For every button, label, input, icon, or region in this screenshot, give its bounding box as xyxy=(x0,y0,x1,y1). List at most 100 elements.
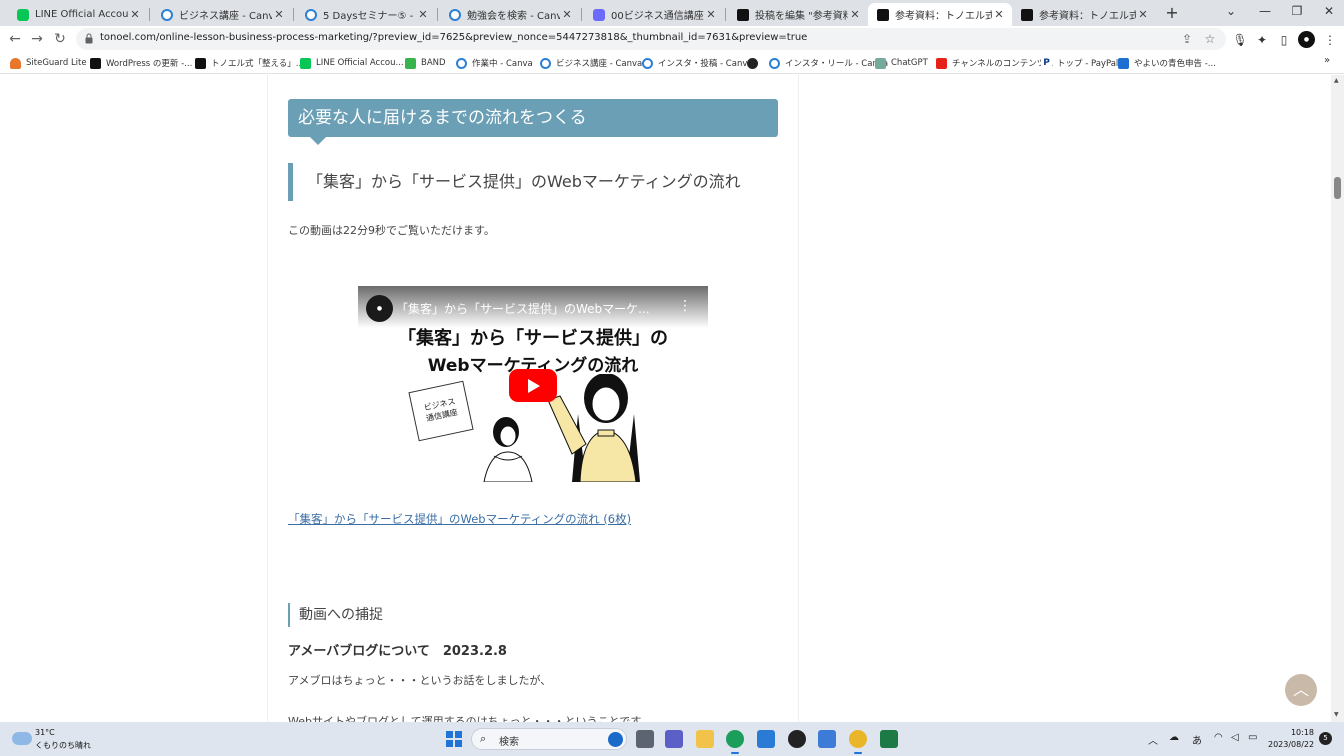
bookmark-item[interactable]: P トップ - PayPal xyxy=(1041,56,1118,70)
canva-icon xyxy=(305,8,317,21)
bookmark-item[interactable]: インスタ・投稿 - Canva xyxy=(642,56,753,70)
close-window-button[interactable]: ✕ xyxy=(1312,0,1344,22)
scroll-up-arrow-icon[interactable]: ▲ xyxy=(1334,77,1339,84)
tab-canva-business[interactable]: ビジネス講座 - Canva ✕ xyxy=(152,3,292,26)
close-icon[interactable]: ✕ xyxy=(416,8,430,21)
clock-time[interactable]: 10:18 xyxy=(1274,728,1314,737)
clock-date[interactable]: 2023/08/22 xyxy=(1268,740,1314,749)
weather-cloud-icon[interactable] xyxy=(12,732,32,745)
taskbar-search[interactable]: ⌕ 検索 xyxy=(471,728,627,750)
tab-reference[interactable]: 参考資料：トノエル式「仕事 ✕ xyxy=(1012,3,1156,26)
windows-logo-icon xyxy=(446,731,453,738)
paragraph: アメブロはちょっと・・・というお話をしましたが、 xyxy=(288,674,552,687)
section-heading: 必要な人に届けるまでの流れをつくる xyxy=(288,99,778,145)
ime-indicator[interactable]: あ xyxy=(1192,732,1202,747)
bookmark-item[interactable]: やよいの青色申告 -... xyxy=(1118,56,1216,70)
channel-avatar[interactable]: ● xyxy=(366,295,393,322)
bookmark-item[interactable]: SiteGuard Lite xyxy=(10,56,87,70)
dell-icon[interactable] xyxy=(788,730,806,748)
battery-icon[interactable]: ▭ xyxy=(1248,732,1257,743)
tab-canva-seminar[interactable]: 5 Daysセミナー⑤ - プレゼンテ ✕ xyxy=(296,3,436,26)
tab-business-course[interactable]: 00ビジネス通信講座（勉強会 ✕ xyxy=(584,3,724,26)
bookmark-item[interactable]: ChatGPT xyxy=(875,56,928,70)
minimize-button[interactable]: — xyxy=(1248,0,1282,22)
bookmark-label: BAND xyxy=(421,58,446,68)
bookmarks-overflow-icon[interactable]: » xyxy=(1324,55,1330,66)
profile-avatar[interactable]: ● xyxy=(1298,31,1315,48)
canva-icon xyxy=(456,57,467,69)
start-button[interactable] xyxy=(446,731,462,747)
reload-button[interactable]: ↻ xyxy=(50,29,70,49)
slides-link[interactable]: 「集客」から「サービス提供」のWebマーケティングの流れ (6枚) xyxy=(288,511,631,527)
forward-button[interactable]: → xyxy=(27,29,47,49)
close-icon[interactable]: ✕ xyxy=(128,8,142,21)
tab-canva-study[interactable]: 勉強会を検索 - Canva ✕ xyxy=(440,3,580,26)
bookmark-label: チャンネルのコンテンツ... xyxy=(952,59,1054,69)
bookmark-item[interactable]: ビジネス講座 - Canva xyxy=(540,56,642,70)
tab-edit-post[interactable]: 投稿を編集 "参考資料：トノ ✕ xyxy=(728,3,868,26)
band-icon xyxy=(405,57,416,69)
menu-kebab-icon[interactable]: ⋮ xyxy=(1322,32,1338,48)
close-icon[interactable]: ✕ xyxy=(272,8,286,21)
store-icon[interactable] xyxy=(818,730,836,748)
back-button[interactable]: ← xyxy=(5,29,25,49)
tab-line-official[interactable]: LINE Official Account Mana ✕ xyxy=(8,3,148,26)
teams-icon[interactable] xyxy=(665,730,683,748)
scroll-down-arrow-icon[interactable]: ▼ xyxy=(1334,711,1339,718)
notification-badge[interactable]: 5 xyxy=(1319,732,1332,745)
tray-overflow-icon[interactable]: ︿ xyxy=(1148,732,1158,747)
video-title[interactable]: 「集客」から「サービス提供」のWebマーケ... xyxy=(396,300,650,317)
tab-title: LINE Official Account Mana xyxy=(35,9,128,20)
bookmark-item[interactable]: インスタ・リール - Canva xyxy=(769,56,888,70)
browser-toolbar: ← → ↻ tonoel.com/online-lesson-business-… xyxy=(0,26,1344,52)
excel-icon[interactable] xyxy=(880,730,898,748)
video-menu-icon[interactable]: ⋮ xyxy=(678,298,692,314)
bookmark-label: ビジネス講座 - Canva xyxy=(556,59,643,69)
bookmark-label: 作業中 - Canva xyxy=(472,59,533,69)
share-icon[interactable]: ⇪ xyxy=(1180,32,1194,46)
edge-icon[interactable] xyxy=(726,730,744,754)
weather-description[interactable]: くもりのち晴れ xyxy=(35,740,91,751)
task-view-icon[interactable] xyxy=(636,730,654,748)
bing-icon[interactable] xyxy=(608,732,623,747)
page-scrollbar[interactable]: ▲ ▼ xyxy=(1331,75,1344,722)
mail-icon[interactable] xyxy=(757,730,775,748)
windows-taskbar: 31°C くもりのち晴れ ⌕ 検索 ︿ ☁ あ ◠ ◁ ▭ 10:18 2023… xyxy=(0,722,1344,756)
bookmark-item[interactable]: トノエル式「整える」... xyxy=(195,56,304,70)
file-explorer-icon[interactable] xyxy=(696,730,714,748)
side-panel-icon[interactable]: ▯ xyxy=(1276,32,1292,48)
youtube-play-button[interactable] xyxy=(509,369,557,402)
close-icon[interactable]: ✕ xyxy=(1136,8,1150,21)
bookmark-item[interactable]: 作業中 - Canva xyxy=(456,56,533,70)
close-icon[interactable]: ✕ xyxy=(704,8,718,21)
tab-search-button[interactable]: ⌄ xyxy=(1214,0,1248,22)
youtube-embed[interactable]: ● 「集客」から「サービス提供」のWebマーケ... ⋮ 「集客」から「サービス… xyxy=(358,286,708,482)
scroll-to-top-button[interactable]: ︿ xyxy=(1285,674,1317,706)
close-icon[interactable]: ✕ xyxy=(848,8,862,21)
line-icon xyxy=(17,8,29,21)
bookmark-item[interactable]: WordPress の更新 -... xyxy=(90,56,192,70)
onedrive-icon[interactable]: ☁ xyxy=(1169,732,1179,743)
bookmark-item[interactable]: チャンネルのコンテンツ... xyxy=(936,56,1053,70)
close-icon[interactable]: ✕ xyxy=(560,8,574,21)
siteguard-icon xyxy=(10,57,21,69)
chrome-icon[interactable] xyxy=(849,730,867,754)
bookmark-item[interactable]: BAND xyxy=(405,56,446,70)
tab-title: 00ビジネス通信講座（勉強会 xyxy=(611,11,704,22)
new-tab-button[interactable]: + xyxy=(1162,4,1182,22)
restore-button[interactable]: ❐ xyxy=(1280,0,1314,22)
close-icon[interactable]: ✕ xyxy=(992,8,1006,21)
page-viewport: 必要な人に届けるまでの流れをつくる 「集客」から「サービス提供」のWebマーケテ… xyxy=(0,75,1344,722)
bookmark-item[interactable]: LINE Official Accou... xyxy=(300,56,404,70)
scrollbar-thumb[interactable] xyxy=(1334,177,1341,199)
bookmark-item[interactable] xyxy=(747,56,763,70)
volume-icon[interactable]: ◁ xyxy=(1231,732,1239,743)
microphone-icon[interactable]: 🎙 xyxy=(1232,32,1248,48)
weather-temperature[interactable]: 31°C xyxy=(35,728,55,737)
extensions-icon[interactable]: ✦ xyxy=(1254,32,1270,48)
search-icon: ⌕ xyxy=(480,732,487,745)
bookmark-star-icon[interactable]: ☆ xyxy=(1203,32,1217,46)
tab-reference-active[interactable]: 参考資料：トノエル式「仕事 ✕ xyxy=(868,3,1012,26)
wifi-icon[interactable]: ◠ xyxy=(1214,732,1223,743)
address-bar[interactable]: tonoel.com/online-lesson-business-proces… xyxy=(76,28,1226,50)
